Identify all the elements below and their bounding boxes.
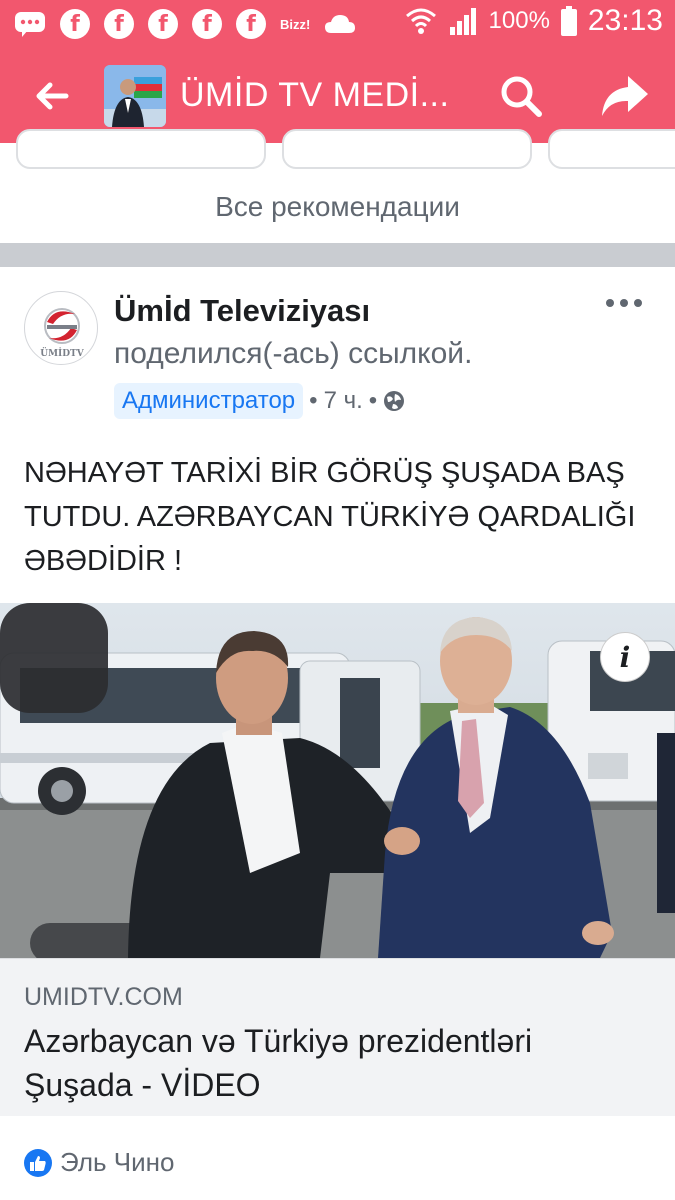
post-meta: Администратор • 7 ч. • bbox=[114, 383, 405, 419]
recommendation-card[interactable] bbox=[548, 129, 675, 169]
dot bbox=[606, 299, 614, 307]
liked-by[interactable]: Эль Чино bbox=[60, 1147, 174, 1178]
section-divider bbox=[0, 243, 675, 267]
page-avatar[interactable] bbox=[104, 65, 166, 127]
link-title: Azərbaycan və Türkiyə prezidentləri Şuşa… bbox=[24, 1023, 533, 1103]
facebook-icon: f bbox=[104, 9, 134, 39]
post-card: ÜMİDTV Ümİd Televiziyası поделился(-ась)… bbox=[0, 267, 675, 1200]
meta-separator: • bbox=[368, 387, 378, 414]
share-arrow-icon bbox=[602, 76, 648, 116]
back-button[interactable] bbox=[30, 74, 74, 118]
facebook-icon: f bbox=[60, 9, 90, 39]
post-time[interactable]: 7 ч. bbox=[324, 387, 363, 415]
search-button[interactable] bbox=[497, 72, 547, 122]
status-bar: f f f f f Bizz! 100% 23:13 bbox=[0, 0, 675, 48]
see-all-recommendations-link[interactable]: Все рекомендации bbox=[0, 191, 675, 223]
facebook-icon: f bbox=[192, 9, 222, 39]
link-domain: UMIDTV.COM bbox=[24, 983, 183, 1011]
facebook-icon: f bbox=[236, 9, 266, 39]
more-options-button[interactable] bbox=[606, 295, 642, 311]
author-avatar[interactable]: ÜMİDTV bbox=[24, 291, 98, 365]
search-icon bbox=[501, 76, 542, 117]
post-author[interactable]: Ümİd Televiziyası bbox=[114, 293, 370, 329]
battery-percent: 100% bbox=[488, 7, 550, 34]
app-chrome: f f f f f Bizz! 100% 23:13 ÜMİD TV MEDİ.… bbox=[0, 0, 675, 143]
share-button[interactable] bbox=[600, 74, 650, 120]
meta-separator: • bbox=[309, 387, 318, 414]
post-text: NƏHAYƏT TARİXİ BİR GÖRÜŞ ŞUŞADA BAŞ TUTD… bbox=[24, 457, 636, 577]
recommendation-card[interactable] bbox=[16, 129, 266, 169]
globe-icon bbox=[384, 391, 405, 411]
back-arrow-icon bbox=[36, 82, 69, 110]
status-indicators: 100% 23:13 bbox=[405, 4, 663, 38]
image-info-button[interactable]: i bbox=[600, 632, 650, 682]
dot bbox=[620, 299, 628, 307]
status-clock: 23:13 bbox=[587, 4, 663, 37]
post-image[interactable] bbox=[0, 603, 675, 958]
recommendation-card[interactable] bbox=[282, 129, 532, 169]
recommendations-section: Все рекомендации bbox=[0, 129, 675, 243]
wifi-icon bbox=[405, 5, 437, 37]
leaders-photo bbox=[0, 603, 675, 958]
dot bbox=[634, 299, 642, 307]
reactions-row[interactable]: Эль Чино bbox=[24, 1147, 174, 1178]
notification-icons: f f f f f Bizz! bbox=[14, 8, 356, 40]
like-icon bbox=[24, 1148, 52, 1177]
link-preview[interactable]: UMIDTV.COM Azərbaycan və Türkiyə prezide… bbox=[0, 958, 675, 1116]
cloud-icon bbox=[324, 8, 356, 40]
signal-icon bbox=[447, 5, 479, 37]
logo-caption: ÜMİDTV bbox=[40, 346, 85, 359]
facebook-icon: f bbox=[148, 9, 178, 39]
message-icon bbox=[14, 8, 46, 40]
role-badge: Администратор bbox=[114, 383, 304, 419]
page-name[interactable]: ÜMİD TV MEDİ... bbox=[180, 76, 449, 115]
bizz-label: Bizz! bbox=[280, 16, 311, 32]
battery-icon bbox=[560, 5, 578, 37]
post-action: поделился(-ась) ссылкой. bbox=[114, 337, 473, 370]
